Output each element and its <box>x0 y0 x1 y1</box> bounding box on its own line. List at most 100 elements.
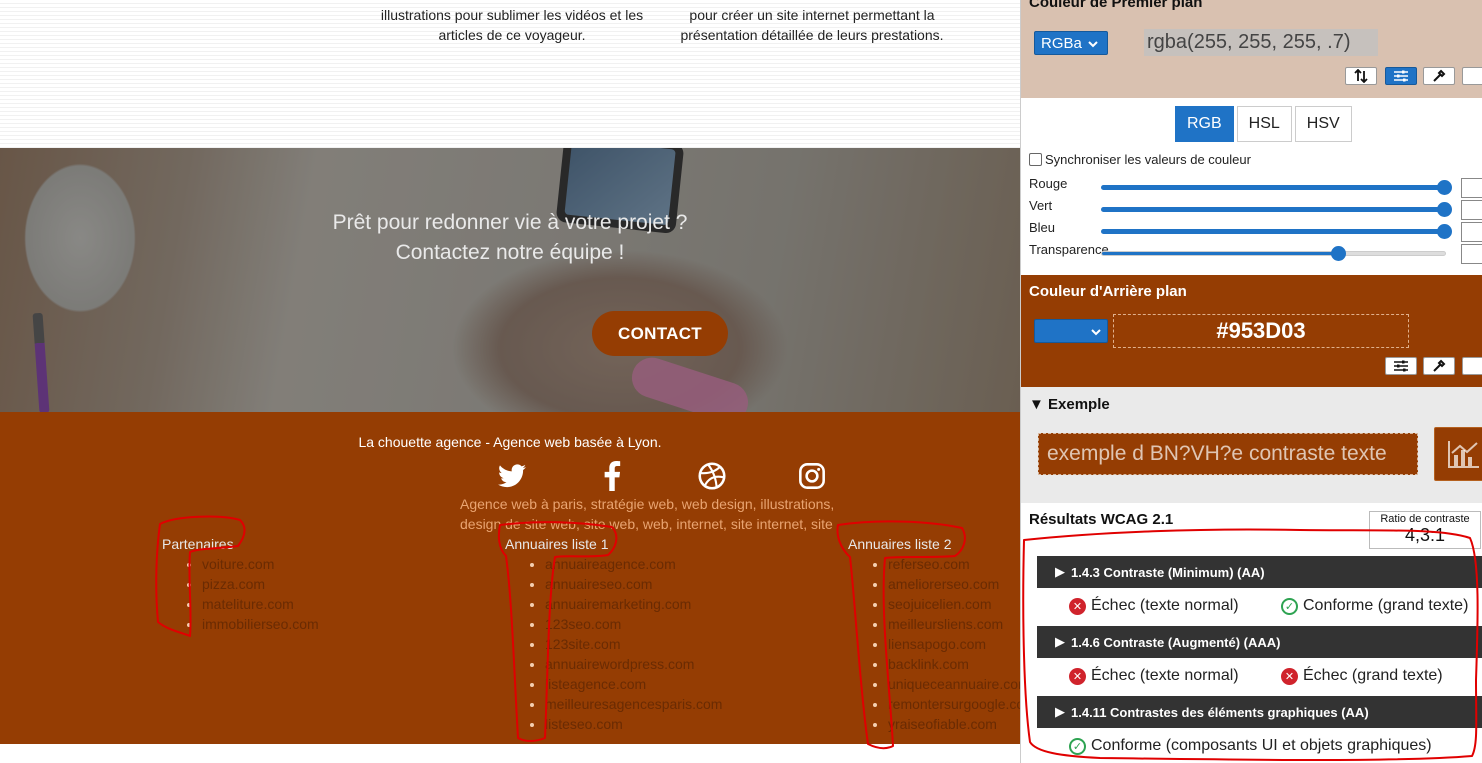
tab-hsv[interactable]: HSV <box>1294 106 1352 142</box>
slider-value-input[interactable] <box>1461 222 1482 242</box>
sliders-toggle-icon[interactable] <box>1385 357 1417 375</box>
format-label: RGBa <box>1041 34 1082 52</box>
criterion-title: 1.4.6 Contraste (Augmenté) (AAA) <box>1071 634 1281 650</box>
chevron-down-icon <box>1091 323 1101 340</box>
background-extra-icon[interactable] <box>1462 357 1482 375</box>
column-title: Annuaires liste 1 <box>505 536 609 552</box>
footer-link[interactable]: ameliorerseo.com <box>888 574 1020 594</box>
footer-link[interactable]: voiture.com <box>202 554 319 574</box>
site-footer: La chouette agence - Agence web basée à … <box>0 412 1020 744</box>
slider-value-input[interactable] <box>1461 200 1482 220</box>
triangle-right-icon: ▶ <box>1055 704 1065 719</box>
color-mode-tabs: RGB HSL HSV <box>1175 106 1352 142</box>
contrast-checker-panel: Couleur de Premier plan RGBa rgba(255, 2… <box>1020 0 1482 763</box>
footer-link[interactable]: 123seo.com <box>545 614 722 634</box>
chart-preview-icon <box>1434 427 1482 481</box>
directory-list: referseo.com ameliorerseo.com seojuiceli… <box>888 554 1020 734</box>
footer-tagline: La chouette agence - Agence web basée à … <box>358 434 662 450</box>
footer-link[interactable]: annuairemarketing.com <box>545 594 722 614</box>
twitter-icon[interactable] <box>496 460 528 492</box>
triangle-right-icon: ▶ <box>1055 634 1065 649</box>
contact-hero: Prêt pour redonner vie à votre projet ? … <box>0 148 1020 412</box>
slider-track[interactable] <box>1101 207 1446 212</box>
example-toggle[interactable]: ▼ Exemple <box>1029 396 1110 413</box>
fail-icon: ✕ <box>1069 597 1086 615</box>
example-section: ▼ Exemple exemple d BN?VH?e contraste te… <box>1021 387 1482 503</box>
foreground-title: Couleur de Premier plan <box>1029 0 1203 11</box>
criterion-1-4-11-results: ✓ Conforme (composants UI et objets grap… <box>1069 737 1482 763</box>
footer-link[interactable]: mateliture.com <box>202 594 319 614</box>
slider-value-input[interactable] <box>1461 178 1482 198</box>
slider-label: Rouge <box>1029 176 1068 191</box>
result-large-text: Conforme (grand texte) <box>1303 597 1469 614</box>
slider-track[interactable] <box>1101 251 1446 256</box>
footer-link[interactable]: pizza.com <box>202 574 319 594</box>
footer-link[interactable]: backlink.com <box>888 654 1020 674</box>
criterion-1-4-3-results: ✕ Échec (texte normal) ✓ Conforme (grand… <box>1069 597 1482 623</box>
sliders-toggle-icon[interactable] <box>1385 67 1417 85</box>
footer-link[interactable]: meilleursliens.com <box>888 614 1020 634</box>
foreground-value-input[interactable]: rgba(255, 255, 255, .7) <box>1144 29 1378 56</box>
eyedropper-icon[interactable] <box>1423 67 1455 85</box>
slider-thumb[interactable] <box>1437 202 1452 217</box>
footer-link[interactable]: listeseo.com <box>545 714 722 734</box>
footer-link[interactable]: remontersurgoogle.com <box>888 694 1020 714</box>
footer-link[interactable]: 123site.com <box>545 634 722 654</box>
sync-colors-checkbox[interactable]: Synchroniser les valeurs de couleur <box>1029 152 1251 167</box>
dribbble-icon[interactable] <box>696 460 728 492</box>
footer-link[interactable]: liensapogo.com <box>888 634 1020 654</box>
criterion-title: 1.4.3 Contraste (Minimum) (AA) <box>1071 564 1265 580</box>
eyedropper-icon[interactable] <box>1423 357 1455 375</box>
column-title: Partenaires <box>162 536 234 552</box>
chevron-down-icon <box>1088 35 1098 52</box>
tab-rgb[interactable]: RGB <box>1175 106 1234 142</box>
footer-link[interactable]: annuairewordpress.com <box>545 654 722 674</box>
fail-icon: ✕ <box>1281 667 1298 685</box>
website-viewport: illustrations pour sublimer les vidéos e… <box>0 0 1020 763</box>
slider-thumb[interactable] <box>1437 180 1452 195</box>
footer-link[interactable]: referseo.com <box>888 554 1020 574</box>
swap-colors-icon[interactable] <box>1345 67 1377 85</box>
footer-link[interactable]: annuaireagence.com <box>545 554 722 574</box>
facebook-icon[interactable] <box>596 460 628 492</box>
foreground-format-select[interactable]: RGBa <box>1034 31 1108 55</box>
slider-thumb[interactable] <box>1437 224 1452 239</box>
tab-hsl[interactable]: HSL <box>1236 106 1292 142</box>
foreground-section: Couleur de Premier plan RGBa rgba(255, 2… <box>1021 0 1482 98</box>
hero-title-line2: Contactez notre équipe ! <box>395 241 625 264</box>
result-large-text: Échec (grand texte) <box>1303 667 1443 684</box>
slider-track[interactable] <box>1101 185 1446 190</box>
slider-track[interactable] <box>1101 229 1446 234</box>
slider-thumb[interactable] <box>1331 246 1346 261</box>
triangle-right-icon: ▶ <box>1055 564 1065 579</box>
result-normal-text: Échec (texte normal) <box>1091 597 1239 614</box>
slider-value-input[interactable] <box>1461 244 1482 264</box>
footer-link[interactable]: uniqueceannuaire.com <box>888 674 1020 694</box>
instagram-icon[interactable] <box>796 460 828 492</box>
contact-button[interactable]: CONTACT <box>592 311 728 356</box>
footer-link[interactable]: yraiseofiable.com <box>888 714 1020 734</box>
foreground-extra-icon[interactable] <box>1462 67 1482 85</box>
fail-icon: ✕ <box>1069 667 1086 685</box>
background-section: Couleur d'Arrière plan #953D03 <box>1021 275 1482 387</box>
background-title: Couleur d'Arrière plan <box>1029 283 1187 300</box>
footer-link[interactable]: meilleuresagencesparis.com <box>545 694 722 714</box>
screen: illustrations pour sublimer les vidéos e… <box>0 0 1482 763</box>
contrast-ratio-box: Ratio de contraste 4,3:1 <box>1369 511 1481 549</box>
footer-link[interactable]: annuaireseo.com <box>545 574 722 594</box>
background-value-input[interactable]: #953D03 <box>1113 314 1409 348</box>
criterion-1-4-11-toggle[interactable]: ▶ 1.4.11 Contrastes des éléments graphiq… <box>1037 696 1482 728</box>
footer-link[interactable]: seojuicelien.com <box>888 594 1020 614</box>
criterion-1-4-3-toggle[interactable]: ▶ 1.4.3 Contraste (Minimum) (AA) <box>1037 556 1482 588</box>
slider-label: Transparence <box>1029 242 1109 257</box>
ratio-value: 4,3:1 <box>1404 525 1446 545</box>
criterion-1-4-6-toggle[interactable]: ▶ 1.4.6 Contraste (Augmenté) (AAA) <box>1037 626 1482 658</box>
checkbox-icon[interactable] <box>1029 153 1042 166</box>
footer-link[interactable]: immobilierseo.com <box>202 614 319 634</box>
background-format-select[interactable] <box>1034 319 1108 343</box>
footer-keywords: Agence web à paris, stratégie web, web d… <box>460 496 835 532</box>
footer-link[interactable]: listeagence.com <box>545 674 722 694</box>
column-title: Annuaires liste 2 <box>848 536 952 552</box>
slider-transparency: Transparence <box>1029 242 1482 264</box>
pass-icon: ✓ <box>1069 737 1086 755</box>
